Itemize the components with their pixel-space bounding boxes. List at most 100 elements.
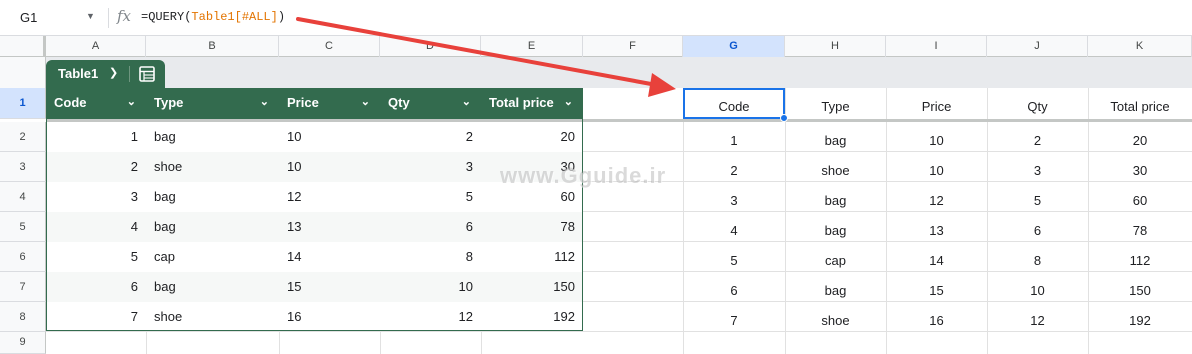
row-header-3[interactable]: 3 xyxy=(0,152,46,182)
table-cell[interactable]: bag xyxy=(146,212,279,242)
table-cell[interactable]: 10 xyxy=(279,152,380,182)
row-header-5[interactable]: 5 xyxy=(0,212,46,242)
result-cell[interactable]: 3 xyxy=(987,156,1088,186)
table-cell[interactable]: 5 xyxy=(380,182,481,212)
table-header-type[interactable]: Type ⌄ xyxy=(146,88,279,119)
result-cell[interactable]: 12 xyxy=(987,306,1088,336)
table-cell[interactable]: 3 xyxy=(380,152,481,182)
result-cell[interactable]: 6 xyxy=(987,216,1088,246)
result-cell[interactable]: 16 xyxy=(886,306,987,336)
table-cell[interactable]: 15 xyxy=(279,272,380,302)
result-cell[interactable]: bag xyxy=(785,216,886,246)
formula-input[interactable]: =QUERY(Table1[#ALL]) xyxy=(141,10,285,24)
result-cell[interactable]: bag xyxy=(785,126,886,156)
row-header-9[interactable]: 9 xyxy=(0,332,46,354)
chevron-down-icon[interactable]: ⌄ xyxy=(564,88,573,117)
result-cell[interactable]: 10 xyxy=(987,276,1088,306)
table-cell[interactable]: 6 xyxy=(46,272,146,302)
table-cell[interactable]: bag xyxy=(146,122,279,152)
fill-handle[interactable] xyxy=(780,114,788,122)
chevron-down-icon[interactable]: ❯ xyxy=(109,66,118,79)
column-header-d[interactable]: D xyxy=(380,36,481,57)
result-cell[interactable]: 2 xyxy=(683,156,785,186)
table-cell[interactable]: 78 xyxy=(481,212,583,242)
result-cell[interactable]: cap xyxy=(785,246,886,276)
table-cell[interactable]: shoe xyxy=(146,152,279,182)
result-cell[interactable]: 3 xyxy=(683,186,785,216)
table-cell[interactable]: 12 xyxy=(279,182,380,212)
table-cell[interactable]: 3 xyxy=(46,182,146,212)
table-cell[interactable]: shoe xyxy=(146,302,279,332)
result-cell[interactable]: 12 xyxy=(886,186,987,216)
result-cell[interactable]: shoe xyxy=(785,306,886,336)
table-cell[interactable]: 10 xyxy=(380,272,481,302)
column-header-h[interactable]: H xyxy=(785,36,886,57)
result-cell[interactable]: 5 xyxy=(683,246,785,276)
table-header-qty[interactable]: Qty ⌄ xyxy=(380,88,481,119)
table-cell[interactable]: 13 xyxy=(279,212,380,242)
table-cell[interactable]: 150 xyxy=(481,272,583,302)
table-name-chip[interactable]: Table1 ❯ xyxy=(46,60,165,88)
table-view-icon[interactable] xyxy=(138,65,156,86)
table-cell[interactable]: cap xyxy=(146,242,279,272)
column-header-j[interactable]: J xyxy=(987,36,1088,57)
name-box[interactable]: G1 ▼ xyxy=(0,6,104,30)
table-cell[interactable]: 8 xyxy=(380,242,481,272)
result-header-qty[interactable]: Qty xyxy=(987,92,1088,122)
result-cell[interactable]: 15 xyxy=(886,276,987,306)
result-cell[interactable]: 13 xyxy=(886,216,987,246)
result-header-price[interactable]: Price xyxy=(886,92,987,122)
result-cell[interactable]: 150 xyxy=(1088,276,1192,306)
result-cell[interactable]: 30 xyxy=(1088,156,1192,186)
chevron-down-icon[interactable]: ⌄ xyxy=(462,88,471,117)
row-header-7[interactable]: 7 xyxy=(0,272,46,302)
table-cell[interactable]: 2 xyxy=(46,152,146,182)
result-cell[interactable]: 60 xyxy=(1088,186,1192,216)
row-header-2[interactable]: 2 xyxy=(0,122,46,152)
result-header-type[interactable]: Type xyxy=(785,92,886,122)
chevron-down-icon[interactable]: ⌄ xyxy=(260,88,269,117)
result-cell[interactable]: 4 xyxy=(683,216,785,246)
row-header-8[interactable]: 8 xyxy=(0,302,46,332)
table-cell[interactable]: 20 xyxy=(481,122,583,152)
table-cell[interactable]: 192 xyxy=(481,302,583,332)
result-cell[interactable]: 2 xyxy=(987,126,1088,156)
table-cell[interactable]: 10 xyxy=(279,122,380,152)
column-header-a[interactable]: A xyxy=(46,36,146,57)
column-header-k[interactable]: K xyxy=(1088,36,1192,57)
result-cell[interactable]: 10 xyxy=(886,156,987,186)
chevron-down-icon[interactable]: ⌄ xyxy=(127,88,136,117)
result-cell[interactable]: 112 xyxy=(1088,246,1192,276)
result-cell[interactable]: bag xyxy=(785,276,886,306)
result-cell[interactable]: 5 xyxy=(987,186,1088,216)
result-cell[interactable]: 14 xyxy=(886,246,987,276)
result-cell[interactable]: 78 xyxy=(1088,216,1192,246)
column-header-g[interactable]: G xyxy=(683,36,785,57)
table-cell[interactable]: 6 xyxy=(380,212,481,242)
column-header-e[interactable]: E xyxy=(481,36,583,57)
row-header-4[interactable]: 4 xyxy=(0,182,46,212)
result-cell[interactable]: 1 xyxy=(683,126,785,156)
chevron-down-icon[interactable]: ▼ xyxy=(86,11,95,21)
column-header-c[interactable]: C xyxy=(279,36,380,57)
table-cell[interactable]: 2 xyxy=(380,122,481,152)
result-cell[interactable]: shoe xyxy=(785,156,886,186)
table-cell[interactable]: 7 xyxy=(46,302,146,332)
table-header-code[interactable]: Code ⌄ xyxy=(46,88,146,119)
table-cell[interactable]: bag xyxy=(146,182,279,212)
row-header-1[interactable]: 1 xyxy=(0,88,46,119)
result-header-total-price[interactable]: Total price xyxy=(1088,92,1192,122)
result-cell[interactable]: 7 xyxy=(683,306,785,336)
result-cell[interactable]: 8 xyxy=(987,246,1088,276)
active-cell-selection[interactable] xyxy=(683,88,785,119)
row-header-6[interactable]: 6 xyxy=(0,242,46,272)
table-cell[interactable]: 12 xyxy=(380,302,481,332)
result-cell[interactable]: 10 xyxy=(886,126,987,156)
result-cell[interactable]: 192 xyxy=(1088,306,1192,336)
chevron-down-icon[interactable]: ⌄ xyxy=(361,88,370,117)
table-cell[interactable]: 14 xyxy=(279,242,380,272)
table-cell[interactable]: 16 xyxy=(279,302,380,332)
result-cell[interactable]: 6 xyxy=(683,276,785,306)
table-header-price[interactable]: Price ⌄ xyxy=(279,88,380,119)
result-cell[interactable]: bag xyxy=(785,186,886,216)
